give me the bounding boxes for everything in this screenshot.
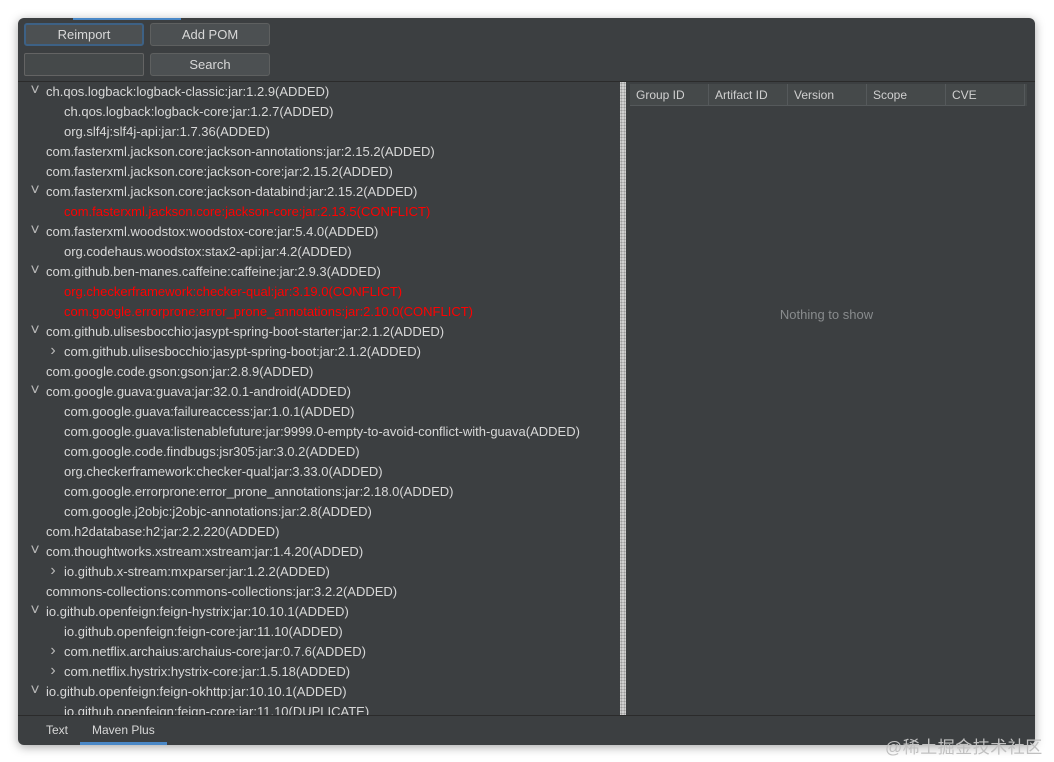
tree-node-label: com.google.errorprone:error_prone_annota… — [64, 484, 454, 499]
tree-node-label: com.google.guava:guava:jar:32.0.1-androi… — [46, 384, 351, 399]
tree-node-label: ch.qos.logback:logback-classic:jar:1.2.9… — [46, 84, 330, 99]
dependency-detail-table: Group ID Artifact ID Version Scope CVE Nothi… — [628, 82, 1029, 715]
add-pom-button[interactable]: Add POM — [150, 23, 270, 46]
column-header[interactable]: Scope — [867, 84, 946, 106]
tree-node-label: com.netflix.hystrix:hystrix-core:jar:1.5… — [64, 664, 351, 679]
tree-node-label: com.netflix.archaius:archaius-core:jar:0… — [64, 644, 366, 659]
column-header[interactable]: Group ID — [630, 84, 709, 106]
tree-node-label: io.github.openfeign:feign-core:jar:11.10… — [64, 704, 370, 715]
chevron-down-icon[interactable]: ˅ — [29, 682, 41, 702]
tree-node-label: com.fasterxml.jackson.core:jackson-annot… — [46, 144, 435, 159]
tab-maven-plus[interactable]: Maven Plus — [80, 716, 167, 745]
bottom-divider — [18, 715, 1035, 716]
column-header[interactable]: CVE — [946, 84, 1025, 106]
bottom-tab-bar: Text Maven Plus — [34, 716, 167, 745]
tree-node-label: io.github.openfeign:feign-hystrix:jar:10… — [46, 604, 349, 619]
tree-node-label: ch.qos.logback:logback-core:jar:1.2.7(AD… — [64, 104, 334, 119]
table-header: Group ID Artifact ID Version Scope CVE — [630, 84, 1027, 106]
dependency-tree[interactable]: ˅ ch.qos.logback:logback-classic:jar:1.2.… — [23, 82, 618, 715]
tree-node-label: org.codehaus.woodstox:stax2-api:jar:4.2(… — [64, 244, 352, 259]
reimport-button[interactable]: Reimport — [24, 23, 144, 46]
tree-node-label: com.github.ulisesbocchio:jasypt-spring-b… — [46, 324, 445, 339]
chevron-down-icon[interactable]: ˅ — [29, 602, 41, 622]
watermark-text: @稀土掘金技术社区 — [885, 738, 1043, 757]
chevron-down-icon[interactable]: ˅ — [29, 322, 41, 342]
chevron-down-icon[interactable]: ˅ — [29, 262, 41, 282]
tree-node-label: com.google.j2objc:j2objc-annotations:jar… — [64, 504, 372, 519]
chevron-down-icon[interactable]: ˅ — [29, 222, 41, 242]
tree-node-label: com.github.ben-manes.caffeine:caffeine:j… — [46, 264, 381, 279]
tree-node-label: org.checkerframework:checker-qual:jar:3.… — [64, 464, 383, 479]
tree-node-label: commons-collections:commons-collections:… — [46, 584, 398, 599]
search-input[interactable] — [24, 53, 144, 76]
column-header[interactable]: Artifact ID — [709, 84, 788, 106]
tree-node-label: org.slf4j:slf4j-api:jar:1.7.36(ADDED) — [64, 124, 270, 139]
chevron-down-icon[interactable]: ˅ — [29, 82, 41, 102]
chevron-down-icon[interactable]: ˅ — [29, 542, 41, 562]
split-pane-divider[interactable] — [618, 82, 628, 715]
search-button[interactable]: Search — [150, 53, 270, 76]
tree-node-label: com.google.errorprone:error_prone_annota… — [64, 304, 473, 319]
chevron-right-icon[interactable]: › — [47, 342, 59, 362]
tree-node-label: com.github.ulisesbocchio:jasypt-spring-b… — [64, 344, 421, 359]
tree-node-label: org.checkerframework:checker-qual:jar:3.… — [64, 284, 403, 299]
tree-node-label: com.fasterxml.jackson.core:jackson-core:… — [64, 204, 431, 219]
chevron-right-icon[interactable]: › — [47, 642, 59, 662]
tree-node-label: com.fasterxml.woodstox:woodstox-core:jar… — [46, 224, 379, 239]
chevron-down-icon[interactable]: ˅ — [29, 182, 41, 202]
tree-node-label: com.google.guava:failureaccess:jar:1.0.1… — [64, 404, 355, 419]
tree-node-label: com.h2database:h2:jar:2.2.220(ADDED) — [46, 524, 280, 539]
tree-node-label: com.fasterxml.jackson.core:jackson-core:… — [46, 164, 393, 179]
empty-table-message: Nothing to show — [779, 307, 874, 322]
column-header[interactable]: Version — [788, 84, 867, 106]
tab-text[interactable]: Text — [34, 716, 80, 745]
chevron-right-icon[interactable]: › — [47, 662, 59, 682]
tree-node-label: io.github.x-stream:mxparser:jar:1.2.2(AD… — [64, 564, 330, 579]
tree-node-label: com.fasterxml.jackson.core:jackson-datab… — [46, 184, 418, 199]
tree-node-label: com.google.code.gson:gson:jar:2.8.9(ADDE… — [46, 364, 314, 379]
chevron-down-icon[interactable]: ˅ — [29, 382, 41, 402]
tree-node-label: io.github.openfeign:feign-okhttp:jar:10.… — [46, 684, 347, 699]
tree-node-label: com.google.code.findbugs:jsr305:jar:3.0.… — [64, 444, 360, 459]
tree-node-label: com.thoughtworks.xstream:xstream:jar:1.4… — [46, 544, 364, 559]
window-top-accent — [73, 18, 181, 20]
maven-plus-window: Reimport Add POM Search ˅ ch.qos.logback:… — [18, 18, 1035, 745]
tree-node-label: com.google.guava:listenablefuture:jar:99… — [64, 424, 580, 439]
chevron-right-icon[interactable]: › — [47, 562, 59, 582]
tree-node-label: io.github.openfeign:feign-core:jar:11.10… — [64, 624, 343, 639]
